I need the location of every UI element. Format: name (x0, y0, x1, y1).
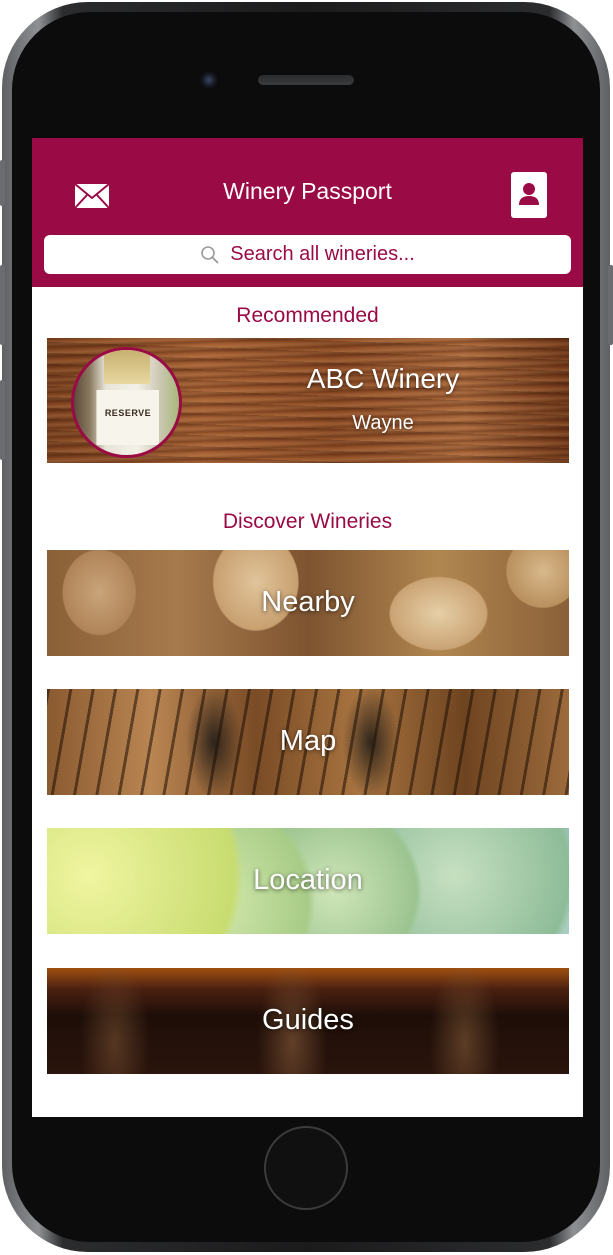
tile-label: Map (279, 725, 337, 757)
volume-up-button (0, 265, 5, 345)
tile-label: Nearby (261, 586, 355, 618)
tile-map[interactable]: Map (47, 689, 569, 795)
bottle-label: RESERVE (96, 390, 159, 445)
search-icon (201, 245, 219, 264)
tile-guides[interactable]: Guides (47, 968, 569, 1074)
winery-location: Wayne (352, 412, 414, 434)
search-input[interactable]: Search all wineries... (44, 235, 571, 274)
search-placeholder: Search all wineries... (230, 243, 415, 265)
tile-label: Location (253, 864, 363, 896)
home-button[interactable] (264, 1126, 348, 1210)
recommended-heading: Recommended (236, 304, 379, 327)
person-icon (519, 183, 539, 205)
earpiece-speaker (258, 75, 354, 85)
tile-nearby[interactable]: Nearby (47, 550, 569, 656)
bottle-cap (104, 350, 150, 384)
winery-thumbnail: RESERVE (71, 347, 182, 458)
tile-label: Guides (262, 1004, 354, 1036)
bottle-label-text: RESERVE (104, 408, 152, 418)
front-camera (199, 70, 219, 90)
power-button (608, 265, 613, 345)
tile-location[interactable]: Location (47, 828, 569, 934)
page-title: Winery Passport (223, 178, 392, 204)
volume-down-button (0, 380, 5, 460)
profile-button[interactable] (511, 172, 547, 218)
winery-name: ABC Winery (306, 363, 460, 394)
mute-switch (0, 160, 5, 206)
nav-bar: Winery Passport Search all wineries... (32, 138, 583, 287)
app-screen: Winery Passport Search all wineries... R… (32, 138, 583, 1117)
recommended-winery-card[interactable]: RESERVE ABC Winery Wayne (47, 338, 569, 463)
discover-heading: Discover Wineries (222, 510, 393, 533)
